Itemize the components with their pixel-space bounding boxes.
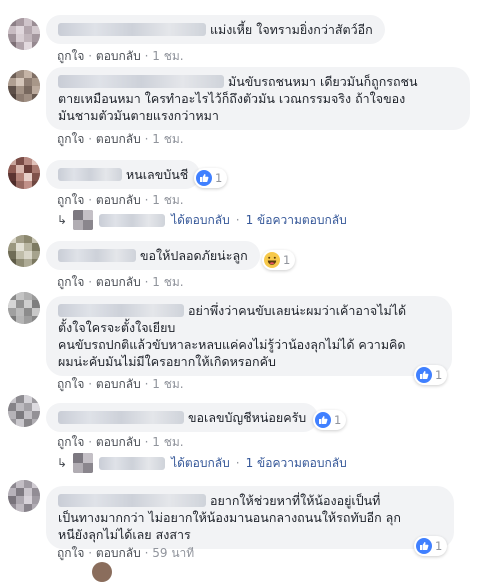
comment-text: ขอให้ปลอดภัยน่ะลูก bbox=[140, 248, 248, 263]
comment-text-line: ตั้งใจใครจะตั้งใจเยียบ bbox=[58, 320, 176, 335]
avatar[interactable] bbox=[92, 562, 112, 582]
like-link[interactable]: ถูกใจ bbox=[57, 275, 84, 289]
comment-bubble: แม่งเหี้ย ใจทรามยิ่งกว่าสัตว์อีก bbox=[46, 15, 385, 44]
avatar[interactable] bbox=[8, 18, 40, 50]
comment-text-line: ผมน่ะคับมันไม่มีใครอยากให้เกิดหรอกคับ bbox=[58, 354, 276, 369]
reaction-count[interactable]: 1 bbox=[414, 536, 448, 556]
avatar[interactable] bbox=[8, 157, 40, 189]
comment-bubble: หนเลขบันชี bbox=[46, 160, 201, 189]
like-reaction-icon bbox=[416, 538, 432, 554]
like-reaction-icon bbox=[315, 412, 331, 428]
view-replies-link[interactable]: ↳ ได้ตอบกลับ · 1 ข้อความตอบกลับ bbox=[57, 453, 347, 473]
like-link[interactable]: ถูกใจ bbox=[57, 435, 84, 449]
haha-reaction-icon bbox=[264, 252, 280, 268]
like-link[interactable]: ถูกใจ bbox=[57, 377, 84, 391]
timestamp[interactable]: 1 ชม. bbox=[152, 132, 183, 146]
comment-bubble: อยากให้ช่วยหาที่ให้น้องอยู่เป็นที่ เป็นท… bbox=[46, 486, 454, 549]
comment-text-line: อย่าพึ่งว่าคนขับเลยน่ะผมว่าเค้าอาจไม่ได้ bbox=[188, 303, 407, 318]
reply-arrow-icon: ↳ bbox=[57, 213, 68, 227]
reply-link[interactable]: ตอบกลับ bbox=[96, 132, 141, 146]
author-name-blurred[interactable] bbox=[58, 411, 184, 424]
comment-text-line: มันขับรถชนหมา เดียวมันก็ถูกรถชน bbox=[228, 74, 418, 89]
like-reaction-icon bbox=[196, 170, 212, 186]
comment-actions: ถูกใจ · ตอบกลับ · 1 ชม. bbox=[57, 193, 184, 207]
author-name-blurred bbox=[99, 456, 166, 470]
comment-actions: ถูกใจ · ตอบกลับ · 1 ชม. bbox=[57, 275, 184, 289]
comment-actions: ถูกใจ · ตอบกลับ · 1 ชม. bbox=[57, 435, 184, 449]
comment-text-line: เป็นทางมากกว่า ไม่อยากให้น้องมานอนกลางถน… bbox=[58, 510, 401, 525]
comment-text: หนเลขบันชี bbox=[126, 167, 189, 182]
timestamp[interactable]: 1 ชม. bbox=[152, 435, 183, 449]
author-name-blurred[interactable] bbox=[58, 249, 136, 262]
reply-arrow-icon: ↳ bbox=[57, 456, 68, 470]
reaction-count[interactable]: 1 bbox=[313, 410, 347, 430]
comment-text-line: หนียังลุกไม่ได้เลย สงสาร bbox=[58, 527, 191, 542]
reply-link[interactable]: ตอบกลับ bbox=[96, 377, 141, 391]
comment-text: ขอเลขบัญชีหน่อยครับ bbox=[188, 410, 307, 425]
comment-bubble: อย่าพึ่งว่าคนขับเลยน่ะผมว่าเค้าอาจไม่ได้… bbox=[46, 296, 452, 376]
timestamp[interactable]: 1 ชม. bbox=[152, 193, 183, 207]
author-name-blurred[interactable] bbox=[58, 23, 206, 36]
reaction-count[interactable]: 1 bbox=[262, 250, 296, 270]
reaction-count[interactable]: 1 bbox=[194, 168, 228, 188]
reply-link[interactable]: ตอบกลับ bbox=[96, 546, 141, 560]
avatar[interactable] bbox=[8, 292, 40, 324]
like-link[interactable]: ถูกใจ bbox=[57, 132, 84, 146]
reaction-count[interactable]: 1 bbox=[414, 365, 448, 385]
avatar bbox=[73, 210, 94, 230]
comment-actions: ถูกใจ · ตอบกลับ · 1 ชม. bbox=[57, 132, 184, 146]
comment-text-line: มันชามตัวมันตายแรงกว่าหมา bbox=[58, 108, 219, 123]
author-name-blurred bbox=[99, 213, 166, 227]
reply-link[interactable]: ตอบกลับ bbox=[96, 49, 141, 63]
avatar bbox=[73, 453, 94, 473]
reply-link[interactable]: ตอบกลับ bbox=[96, 435, 141, 449]
comment-bubble: ขอให้ปลอดภัยน่ะลูก bbox=[46, 241, 260, 270]
comment-bubble: มันขับรถชนหมา เดียวมันก็ถูกรถชน ตายเหมือ… bbox=[46, 67, 470, 130]
view-replies-link[interactable]: ↳ ได้ตอบกลับ · 1 ข้อความตอบกลับ bbox=[57, 210, 347, 230]
author-name-blurred[interactable] bbox=[58, 75, 224, 88]
like-link[interactable]: ถูกใจ bbox=[57, 49, 84, 63]
comment-text-line: ตายเหมือนหมา ใครทำอะไรไว้ก็ถึงตัวมัน เวณ… bbox=[58, 91, 406, 106]
avatar[interactable] bbox=[8, 70, 40, 102]
like-link[interactable]: ถูกใจ bbox=[57, 546, 84, 560]
timestamp[interactable]: 1 ชม. bbox=[152, 377, 183, 391]
timestamp[interactable]: 1 ชม. bbox=[152, 49, 183, 63]
like-reaction-icon bbox=[416, 367, 432, 383]
timestamp[interactable]: 1 ชม. bbox=[152, 275, 183, 289]
comment-text: แม่งเหี้ย ใจทรามยิ่งกว่าสัตว์อีก bbox=[210, 22, 373, 37]
comment-actions: ถูกใจ · ตอบกลับ · 1 ชม. bbox=[57, 49, 184, 63]
avatar[interactable] bbox=[8, 395, 40, 427]
author-name-blurred[interactable] bbox=[58, 168, 122, 181]
timestamp[interactable]: 59 นาที bbox=[152, 546, 194, 560]
comment-actions: ถูกใจ · ตอบกลับ · 59 นาที bbox=[57, 546, 195, 560]
comment-text-line: คนขับรถปกติแล้วขับหาละหลบแค่คงไม่รู้ว่าน… bbox=[58, 337, 406, 352]
comment-bubble: ขอเลขบัญชีหน่อยครับ bbox=[46, 403, 319, 432]
like-link[interactable]: ถูกใจ bbox=[57, 193, 84, 207]
author-name-blurred[interactable] bbox=[58, 494, 206, 507]
author-name-blurred[interactable] bbox=[58, 304, 184, 317]
avatar[interactable] bbox=[8, 480, 40, 512]
reply-link[interactable]: ตอบกลับ bbox=[96, 193, 141, 207]
comment-text-line: อยากให้ช่วยหาที่ให้น้องอยู่เป็นที่ bbox=[210, 493, 381, 508]
comment-actions: ถูกใจ · ตอบกลับ · 1 ชม. bbox=[57, 377, 184, 391]
reply-link[interactable]: ตอบกลับ bbox=[96, 275, 141, 289]
avatar[interactable] bbox=[8, 235, 40, 267]
